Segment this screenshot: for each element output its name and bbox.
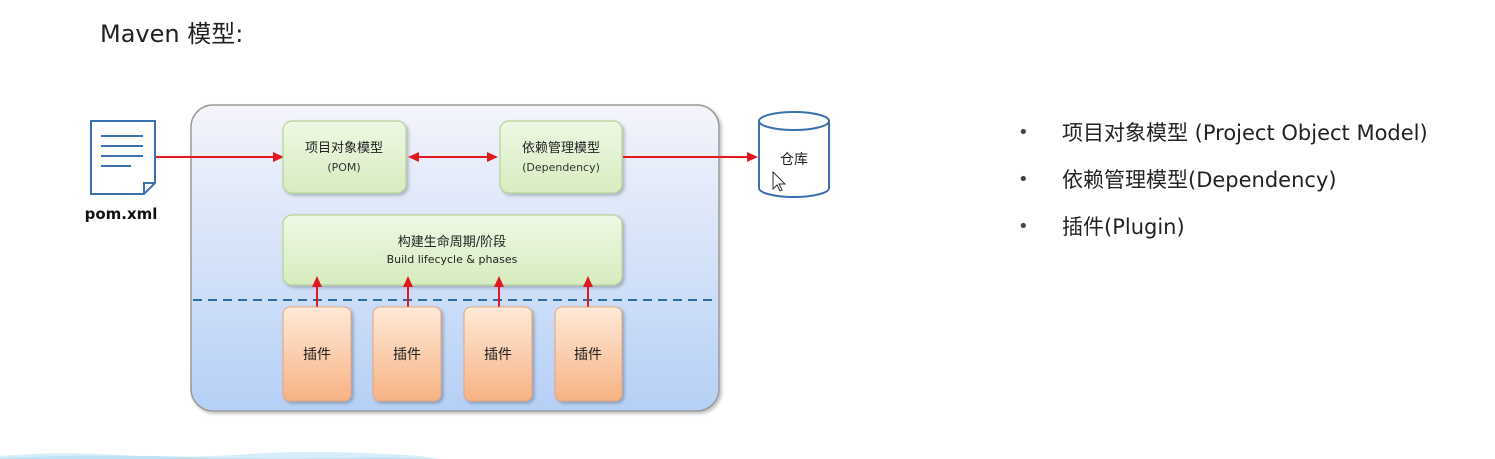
file-label: pom.xml [85, 205, 158, 223]
plugin-label-3: 插件 [484, 347, 512, 363]
project-object-model-abbr: (POM) [327, 161, 360, 174]
footer-wave-decoration [0, 451, 440, 459]
document-icon [90, 120, 156, 195]
plugin-label-1: 插件 [303, 347, 331, 363]
build-lifecycle-box [282, 214, 623, 286]
build-lifecycle-english: Build lifecycle & phases [387, 253, 518, 266]
plugin-label-4: 插件 [574, 347, 602, 363]
dependency-model-label: 依赖管理模型 [522, 141, 600, 156]
plugin-label-2: 插件 [393, 347, 421, 363]
bullet-plugin: 插件(Plugin) [1018, 206, 1428, 253]
repository-label: 仓库 [780, 152, 808, 168]
build-lifecycle-label: 构建生命周期/阶段 [398, 234, 506, 250]
dependency-model-box [499, 120, 623, 194]
project-object-model-box [282, 120, 407, 194]
dependency-model-abbr: (Dependency) [522, 161, 600, 174]
bullet-project-object-model: 项目对象模型 (Project Object Model) [1018, 112, 1428, 159]
bullet-dependency-model: 依赖管理模型(Dependency) [1018, 159, 1428, 206]
project-object-model-label: 项目对象模型 [305, 141, 383, 156]
feature-bullet-list: 项目对象模型 (Project Object Model) 依赖管理模型(Dep… [1018, 112, 1428, 253]
